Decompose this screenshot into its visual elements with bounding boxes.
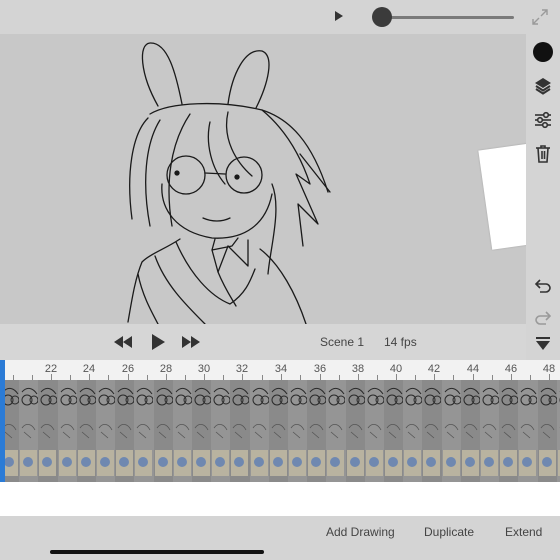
frame-thumbnail[interactable] [38,380,58,482]
frame-number-label: 42 [427,363,441,375]
redo-icon [535,311,552,325]
frame-thumbnail[interactable] [249,380,270,482]
expand-icon[interactable] [531,8,549,26]
play-preview-icon[interactable] [335,11,343,21]
frame-number-label: 30 [197,363,211,375]
frame-strip[interactable] [0,380,560,482]
delete-button[interactable] [526,142,560,166]
character-sketch [127,42,331,324]
add-drawing-button[interactable]: Add Drawing [326,525,395,539]
extend-button[interactable]: Extend [505,525,542,539]
frame-thumbnail[interactable] [364,380,385,482]
frame-number-label: 26 [121,363,135,375]
frame-number-label: 46 [504,363,518,375]
frame-thumbnail[interactable] [57,380,78,482]
timeline-ruler[interactable]: 22 24 26 28 30 32 34 36 38 40 42 44 46 4… [0,360,560,380]
drawing-canvas[interactable] [0,34,526,324]
timeline-empty-area [0,482,560,516]
layers-icon [535,78,551,95]
frame-number-label: 40 [389,363,403,375]
frame-thumbnail[interactable] [134,380,154,482]
collapse-timeline-button[interactable] [526,332,560,356]
frame-thumbnail[interactable] [384,380,404,482]
frame-number-label: 28 [159,363,173,375]
frame-number-label: 32 [235,363,249,375]
frame-thumbnail[interactable] [537,380,558,482]
home-indicator [50,550,264,554]
frame-number-label: 36 [313,363,327,375]
frame-thumbnail[interactable] [76,380,97,482]
frame-thumbnail[interactable] [153,380,174,482]
play-icon[interactable] [150,333,166,351]
frame-thumbnail[interactable] [326,380,346,482]
brush-size-slider[interactable] [380,16,514,19]
adjustments-button[interactable] [526,108,560,132]
frame-thumbnail[interactable] [211,380,231,482]
frame-thumbnail[interactable] [518,380,538,482]
frame-thumbnail[interactable] [345,380,366,482]
color-swatch-button[interactable] [526,40,560,64]
layers-button[interactable] [526,74,560,98]
frame-thumbnail[interactable] [480,380,500,482]
collapse-icon [536,337,550,350]
frame-thumbnail[interactable] [192,380,212,482]
frame-thumbnail[interactable] [96,380,116,482]
duplicate-button[interactable]: Duplicate [424,525,474,539]
frame-number-label: 24 [82,363,96,375]
frame-thumbnail[interactable] [19,380,39,482]
adjustments-icon [535,111,551,129]
brush-size-slider-knob[interactable] [372,7,392,27]
frame-thumbnail[interactable] [172,380,193,482]
frame-number-label: 22 [44,363,58,375]
undo-button[interactable] [526,274,560,298]
frame-number-label: 34 [274,363,288,375]
frame-thumbnail[interactable] [499,380,519,482]
frame-thumbnail[interactable] [288,380,308,482]
frame-thumbnail[interactable] [115,380,135,482]
rewind-icon[interactable] [112,334,134,350]
fast-forward-icon[interactable] [180,334,202,350]
frame-thumbnail[interactable] [441,380,462,482]
frame-number-label: 38 [351,363,365,375]
undo-icon [534,279,551,293]
scene-selector[interactable]: Scene 1 [320,335,364,349]
playback-controls [0,324,526,360]
frame-number-label: 48 [542,363,556,375]
frame-thumbnail[interactable] [230,380,250,482]
redo-button[interactable] [526,306,560,330]
frame-thumbnail[interactable] [307,380,327,482]
trash-icon [536,145,550,163]
fps-selector[interactable]: 14 fps [384,335,417,349]
color-swatch [533,42,553,62]
frame-thumbnail[interactable] [268,380,289,482]
frame-thumbnail[interactable] [403,380,423,482]
frame-thumbnail[interactable] [422,380,442,482]
frame-number-label: 44 [466,363,480,375]
frame-thumbnail[interactable] [460,380,481,482]
